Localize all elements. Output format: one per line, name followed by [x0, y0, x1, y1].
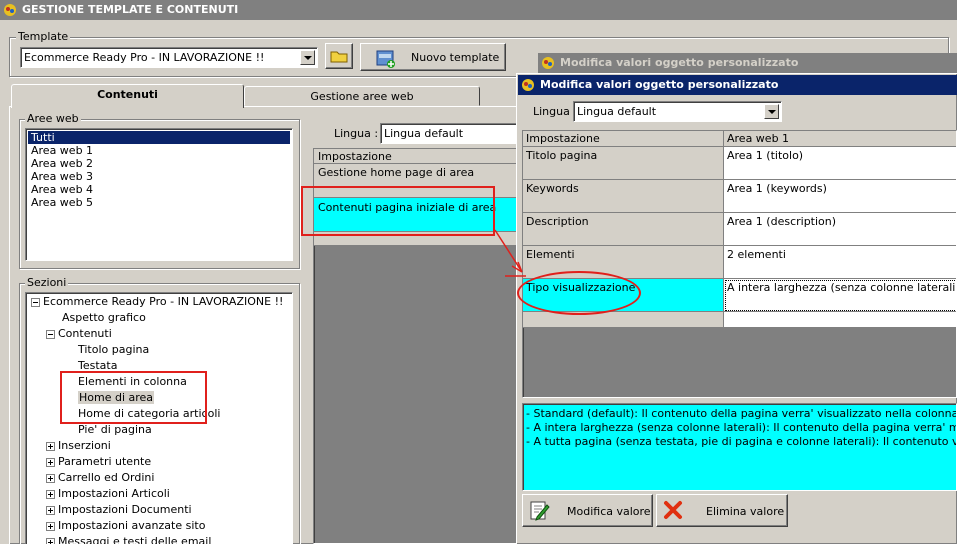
annotation-box-tree: [60, 371, 207, 424]
open-folder-button[interactable]: [325, 43, 353, 69]
chevron-down-icon[interactable]: [300, 50, 315, 65]
tree-item[interactable]: Titolo pagina: [29, 342, 289, 358]
tree-item-label: Impostazioni Articoli: [58, 487, 170, 500]
dialog-lingua-select[interactable]: Lingua default: [573, 101, 782, 122]
tree-item[interactable]: Contenuti: [29, 326, 289, 342]
tree-item[interactable]: Impostazioni Documenti: [29, 502, 289, 518]
grid-header-area-web-1: Area web 1: [724, 131, 956, 147]
tab-gestione-aree-web[interactable]: Gestione aree web: [244, 86, 480, 106]
tree-item[interactable]: Aspetto grafico: [29, 310, 289, 326]
main-lingua-select[interactable]: Lingua default: [380, 123, 520, 144]
tree-item-label: Inserzioni: [58, 439, 111, 452]
new-template-button[interactable]: Nuovo template: [360, 43, 506, 71]
app-icon: [522, 79, 534, 91]
grid-row-label[interactable]: Description: [523, 213, 724, 246]
tree-item[interactable]: Impostazioni Articoli: [29, 486, 289, 502]
app-icon: [4, 4, 16, 16]
new-template-icon: [376, 50, 395, 68]
modifica-valore-label: Modifica valore: [567, 505, 651, 518]
grid-row-value-selected[interactable]: A intera larghezza (senza colonne latera…: [724, 279, 956, 312]
template-group-label: Template: [16, 30, 71, 43]
grid-row-empty: [523, 312, 724, 328]
tree-item[interactable]: Messaggi e testi delle email: [29, 534, 289, 544]
aree-web-list[interactable]: Tutti Area web 1 Area web 2 Area web 3 A…: [25, 128, 293, 261]
description-line: - A intera larghezza (senza colonne late…: [526, 421, 956, 434]
edit-icon: [530, 501, 550, 521]
grid-row-value[interactable]: Area 1 (keywords): [724, 180, 956, 213]
list-item[interactable]: Tutti: [28, 131, 290, 144]
expand-icon[interactable]: [46, 473, 55, 483]
grid-header-impostazione: Impostazione: [523, 131, 724, 147]
tree-item[interactable]: Carrello ed Ordini: [29, 470, 289, 486]
expand-icon[interactable]: [46, 489, 55, 499]
description-line: - Standard (default): Il contenuto della…: [526, 407, 957, 420]
dialog-title: Modifica valori oggetto personalizzato: [540, 78, 779, 91]
tree-item[interactable]: Impostazioni avanzate sito: [29, 518, 289, 534]
main-lingua-label: Lingua :: [334, 127, 379, 140]
main-title: GESTIONE TEMPLATE E CONTENUTI: [22, 3, 239, 16]
elimina-valore-button[interactable]: Elimina valore: [656, 494, 788, 527]
tree-item-label: Titolo pagina: [78, 343, 150, 356]
template-select[interactable]: Ecommerce Ready Pro - IN LAVORAZIONE !!: [20, 47, 318, 68]
description-line: - A tutta pagina (senza testata, pie di …: [526, 435, 956, 448]
sezioni-label: Sezioni: [25, 276, 69, 289]
expand-icon[interactable]: [46, 505, 55, 515]
tree-item-label: Contenuti: [58, 327, 112, 340]
dialog-back-title-bar: Modifica valori oggetto personalizzato: [538, 53, 957, 73]
dialog-description: - Standard (default): Il contenuto della…: [522, 403, 957, 491]
tree-item-label: Messaggi e testi delle email: [58, 535, 212, 544]
dialog-settings-grid[interactable]: Impostazione Area web 1 Titolo pagina Ar…: [522, 130, 957, 398]
list-item[interactable]: Area web 4: [28, 183, 290, 196]
tree-item[interactable]: Parametri utente: [29, 454, 289, 470]
tree-item-label: Parametri utente: [58, 455, 152, 468]
tab-contenuti[interactable]: Contenuti: [11, 84, 244, 108]
tree-item-label: Pie' di pagina: [78, 423, 152, 436]
tab-contenuti-label: Contenuti: [97, 88, 158, 101]
list-item[interactable]: Area web 2: [28, 157, 290, 170]
chevron-down-icon[interactable]: [764, 104, 779, 119]
delete-icon: [664, 501, 682, 519]
elimina-valore-label: Elimina valore: [706, 505, 785, 518]
grid-row-value[interactable]: Area 1 (description): [724, 213, 956, 246]
modifica-valore-button[interactable]: Modifica valore: [522, 494, 653, 527]
collapse-icon[interactable]: [46, 329, 55, 339]
list-item[interactable]: Area web 3: [28, 170, 290, 183]
tree-item[interactable]: Pie' di pagina: [29, 422, 289, 438]
expand-icon[interactable]: [46, 521, 55, 531]
tree-item[interactable]: Ecommerce Ready Pro - IN LAVORAZIONE !!: [29, 294, 289, 310]
grid-row-value[interactable]: 2 elementi: [724, 246, 956, 279]
tree-item-label: Impostazioni avanzate sito: [58, 519, 206, 532]
new-template-label: Nuovo template: [411, 51, 500, 64]
list-item[interactable]: Area web 1: [28, 144, 290, 157]
template-select-value: Ecommerce Ready Pro - IN LAVORAZIONE !!: [24, 51, 265, 64]
dialog-title-bar: Modifica valori oggetto personalizzato: [518, 75, 957, 95]
grid-row-empty-value: [724, 312, 956, 328]
main-grid-header: Impostazione: [314, 149, 524, 164]
dialog-lingua-value: Lingua default: [577, 105, 657, 118]
dialog-lingua-label: Lingua :: [533, 105, 578, 118]
aree-web-label: Aree web: [25, 112, 81, 125]
main-lingua-value: Lingua default: [384, 127, 464, 140]
annotation-box-grid: [301, 186, 495, 236]
grid-row-label[interactable]: Keywords: [523, 180, 724, 213]
tree-item-label: Impostazioni Documenti: [58, 503, 192, 516]
annotation-arrow: [494, 229, 526, 277]
folder-icon: [330, 51, 348, 63]
tree-item-label: Aspetto grafico: [62, 311, 146, 324]
dialog-back-title: Modifica valori oggetto personalizzato: [560, 56, 799, 69]
grid-row-value[interactable]: Area 1 (titolo): [724, 147, 956, 180]
grid-row-label[interactable]: Titolo pagina: [523, 147, 724, 180]
expand-icon[interactable]: [46, 457, 55, 467]
list-item[interactable]: Area web 5: [28, 196, 290, 209]
collapse-icon[interactable]: [31, 297, 40, 307]
tree-item[interactable]: Inserzioni: [29, 438, 289, 454]
expand-icon[interactable]: [46, 537, 55, 544]
app-icon: [542, 57, 554, 69]
tree-item-label: Carrello ed Ordini: [58, 471, 155, 484]
main-title-bar: GESTIONE TEMPLATE E CONTENUTI: [0, 0, 957, 20]
tab-gestione-aree-web-label: Gestione aree web: [310, 90, 414, 103]
tree-item-label: Ecommerce Ready Pro - IN LAVORAZIONE !!: [43, 295, 284, 308]
expand-icon[interactable]: [46, 441, 55, 451]
